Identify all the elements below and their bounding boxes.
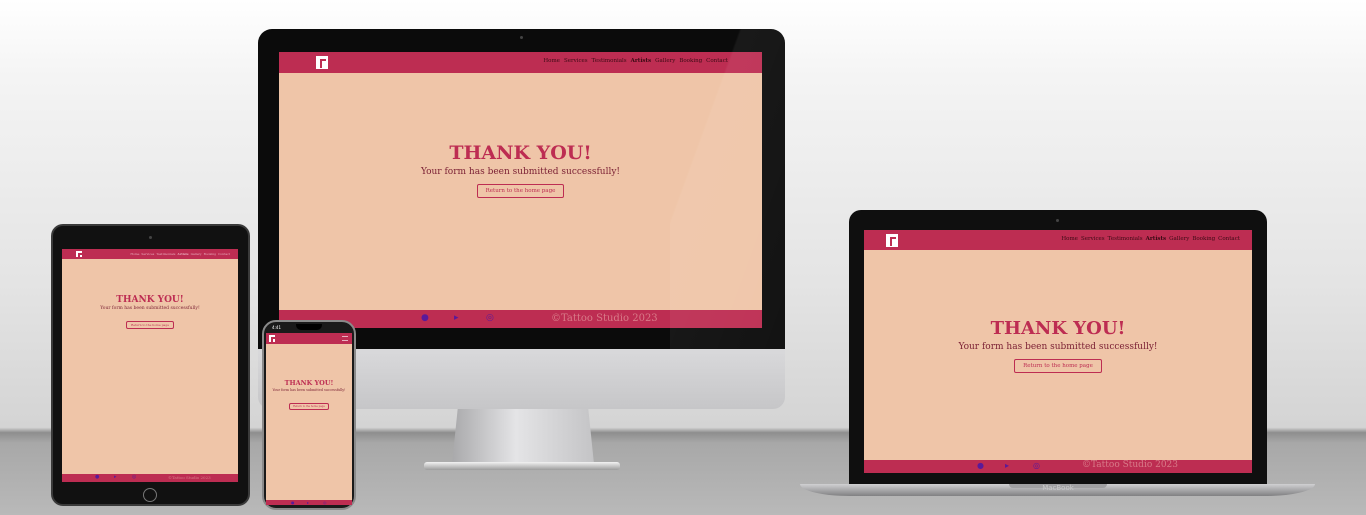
nav-link-testimonials[interactable]: Testimonials [592, 58, 627, 64]
navbar [266, 333, 352, 344]
imac-glare [670, 29, 785, 349]
nav-link-testimonials[interactable]: Testimonials [156, 252, 175, 256]
nav-link-artists[interactable]: Artists [1146, 236, 1167, 242]
copyright: ©Tattoo Studio 2023 [168, 475, 211, 480]
twitter-icon[interactable]: ▸ [307, 500, 309, 505]
nav-link-home[interactable]: Home [1061, 236, 1078, 242]
facebook-icon[interactable]: ● [95, 474, 99, 480]
twitter-icon[interactable]: ▸ [454, 313, 459, 323]
imac-stand-base [424, 462, 620, 470]
imac-stand [452, 409, 594, 464]
laptop-screen: Home Services Testimonials Artists Galle… [864, 230, 1252, 473]
thank-you-section: THANK YOU! Your form has been submitted … [62, 295, 238, 330]
thank-you-title: THANK YOU! [116, 295, 184, 305]
nav-link-services[interactable]: Services [1081, 236, 1105, 242]
nav-link-services[interactable]: Services [141, 252, 154, 256]
footer: ● ▸ ◎ [266, 500, 352, 505]
nav-link-gallery[interactable]: Gallery [191, 252, 202, 256]
laptop-camera [1056, 219, 1059, 222]
copyright: ©Tattoo Studio 2023 [551, 313, 658, 324]
thank-you-title: THANK YOU! [284, 379, 334, 387]
success-message: Your form has been submitted successfull… [958, 342, 1158, 352]
facebook-icon[interactable]: ● [291, 500, 295, 505]
thank-you-title: THANK YOU! [990, 318, 1126, 339]
return-home-button[interactable]: Return to the home page [289, 403, 329, 410]
twitter-icon[interactable]: ▸ [114, 474, 117, 480]
return-home-button[interactable]: Return to the home page [125, 321, 175, 329]
tablet-camera [149, 236, 152, 239]
instagram-icon[interactable]: ◎ [1033, 461, 1040, 470]
phone-status-time: 4:41 [272, 325, 281, 330]
nav-link-booking[interactable]: Booking [1192, 236, 1215, 242]
thank-you-section: THANK YOU! Your form has been submitted … [266, 379, 352, 411]
facebook-icon[interactable]: ● [421, 313, 429, 323]
return-home-button[interactable]: Return to the home page [1014, 359, 1102, 373]
instagram-icon[interactable]: ◎ [323, 500, 327, 505]
facebook-icon[interactable]: ● [977, 461, 984, 470]
twitter-icon[interactable]: ▸ [1005, 461, 1009, 470]
site-logo[interactable] [76, 251, 82, 258]
laptop-brand-label: MacBook [1042, 484, 1074, 492]
nav-links: Home Services Testimonials Artists Galle… [130, 252, 230, 256]
nav-link-gallery[interactable]: Gallery [1169, 236, 1189, 242]
tablet-home-button[interactable] [143, 488, 157, 502]
nav-links: Home Services Testimonials Artists Galle… [1061, 236, 1240, 242]
nav-link-contact[interactable]: Contact [218, 252, 230, 256]
thank-you-section: THANK YOU! Your form has been submitted … [864, 318, 1252, 373]
navbar: Home Services Testimonials Artists Galle… [864, 230, 1252, 250]
return-home-button[interactable]: Return to the home page [476, 184, 565, 198]
phone-screen: THANK YOU! Your form has been submitted … [266, 333, 352, 505]
nav-link-services[interactable]: Services [564, 58, 588, 64]
nav-link-home[interactable]: Home [130, 252, 139, 256]
navbar: Home Services Testimonials Artists Galle… [62, 249, 238, 259]
nav-link-artists[interactable]: Artists [631, 58, 652, 64]
imac-camera [520, 36, 523, 39]
nav-link-booking[interactable]: Booking [204, 252, 216, 256]
nav-link-artists[interactable]: Artists [177, 252, 188, 256]
instagram-icon[interactable]: ◎ [486, 313, 494, 323]
site-logo[interactable] [269, 335, 275, 343]
footer: ● ▸ ◎ ©Tattoo Studio 2023 [62, 474, 238, 482]
success-message: Your form has been submitted successfull… [272, 388, 346, 392]
instagram-icon[interactable]: ◎ [132, 474, 136, 480]
nav-link-contact[interactable]: Contact [1218, 236, 1240, 242]
hamburger-menu-icon[interactable] [342, 336, 348, 341]
phone-notch [296, 324, 322, 330]
site-logo[interactable] [316, 56, 328, 69]
tablet-screen: Home Services Testimonials Artists Galle… [62, 249, 238, 482]
success-message: Your form has been submitted successfull… [100, 306, 200, 311]
nav-link-home[interactable]: Home [543, 58, 560, 64]
footer: ● ▸ ◎ ©Tattoo Studio 2023 [864, 460, 1252, 473]
site-logo[interactable] [886, 234, 898, 247]
nav-link-testimonials[interactable]: Testimonials [1108, 236, 1143, 242]
copyright: ©Tattoo Studio 2023 [1082, 460, 1179, 470]
